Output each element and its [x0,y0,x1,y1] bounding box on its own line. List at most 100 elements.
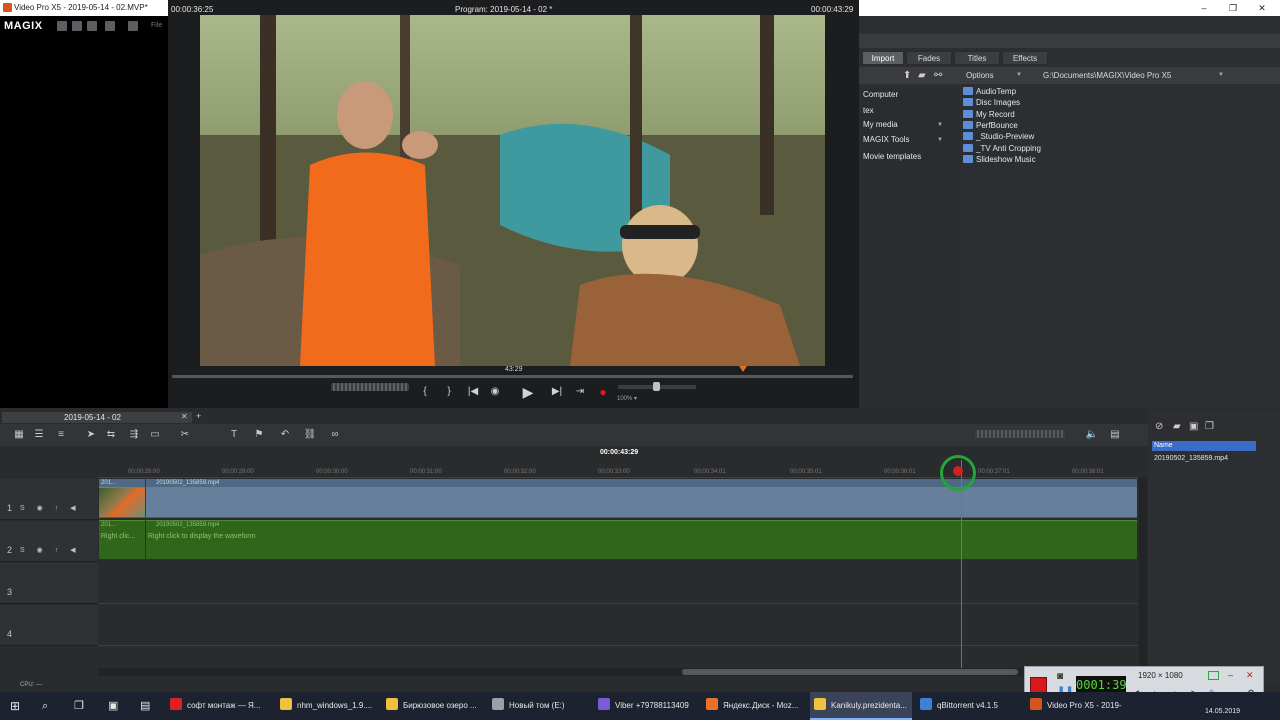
master-level-meter [975,430,1065,438]
chevron-down-icon[interactable]: ▼ [1016,72,1022,78]
nav-computer[interactable]: Computer [863,90,898,99]
marker-icon[interactable]: ⚑ [252,429,266,441]
go-to-end-button[interactable]: ⇥ [571,384,589,400]
slider-knob[interactable] [653,382,660,391]
nav-movie-templates[interactable]: Movie templates [863,152,921,161]
tab-effects[interactable]: Effects [1002,51,1048,65]
speaker-icon[interactable]: 🔈 [1085,429,1099,441]
close-tab-icon[interactable]: ✕ [181,412,188,421]
start-button[interactable]: ⊞ [10,692,20,720]
nav-tex[interactable]: tex [863,106,874,115]
expand-icon[interactable]: ▼ [937,122,943,128]
binoculars-icon[interactable]: ⚯ [934,70,942,81]
storyboard-mode-icon[interactable]: ▦ [12,429,26,441]
tab-titles[interactable]: Titles [954,51,1000,65]
app-pinned-icon[interactable]: ▣ [108,692,118,720]
audio-clip[interactable] [99,520,1137,560]
play-button[interactable]: ▶ [519,384,537,400]
minimize-button[interactable]: – [1190,0,1218,16]
previous-marker-button[interactable]: |◀ [464,384,482,400]
close-button[interactable]: ✕ [1248,0,1276,16]
folder-item[interactable]: _Studio-Preview [963,132,1034,141]
close-recorder-icon[interactable]: ✕ [1246,670,1254,681]
no-entry-icon[interactable]: ⊘ [1155,421,1163,432]
folder-item[interactable]: PerfBounce [963,121,1018,130]
maximize-recorder-icon[interactable] [1208,671,1219,680]
track-header-1[interactable] [0,479,98,520]
next-marker-button[interactable]: ▶| [548,384,566,400]
nav-magix-tools[interactable]: MAGIX Tools [863,135,910,144]
search-icon[interactable]: ⌕ [42,692,48,720]
options-dropdown[interactable]: Options [966,71,994,80]
open-folder-icon[interactable] [72,21,82,31]
up-folder-icon[interactable]: ⬆ [903,70,911,81]
add-tab-icon[interactable]: + [196,411,201,421]
trim-tool-icon[interactable]: ⇆ [104,429,118,441]
nav-my-media[interactable]: My media [863,120,898,129]
undo-icon[interactable]: ↶ [278,429,292,441]
camera-icon[interactable]: ◙ [1057,671,1063,682]
folder-item[interactable]: My Record [963,110,1015,119]
unlink-icon[interactable]: ∞ [328,429,342,441]
folder-item[interactable]: AudioTemp [963,87,1016,96]
taskbar-item[interactable]: Яндекс.Диск - Moz... [706,692,806,720]
jog-wheel[interactable] [331,383,409,391]
playhead-handle-icon[interactable] [953,466,963,476]
expand-icon[interactable]: ▼ [937,137,943,143]
taskbar-item[interactable]: Бирюзовое озеро ... [386,692,486,720]
scene-mode-icon[interactable]: ☰ [32,429,46,441]
scrub-marker-icon[interactable] [739,366,747,372]
zoom-percentage[interactable]: 100% ▾ [617,395,637,402]
folder-item[interactable]: Disc Images [963,98,1020,107]
redo-icon[interactable] [128,21,138,31]
text-tool-icon[interactable]: T [227,429,241,441]
path-field[interactable]: G:\Documents\MAGIX\Video Pro X5 [1043,71,1171,80]
calculator-icon[interactable]: ▤ [1108,429,1122,441]
taskbar-item-active[interactable]: Kanikuly.prezidenta... [810,692,912,720]
ripple-tool-icon[interactable]: ▭ [148,429,162,441]
link-icon[interactable]: ⛓ [303,429,317,441]
taskbar-item[interactable]: Viber +79788113409 [598,692,698,720]
loop-button[interactable]: ◉ [486,384,504,400]
split-tool-icon[interactable]: ⇶ [127,429,141,441]
new-project-icon[interactable] [57,21,67,31]
minimize-recorder-icon[interactable]: – [1228,670,1233,680]
track-header-2[interactable] [0,521,98,562]
taskbar-item[interactable]: Новый том (E:) [492,692,592,720]
taskbar-item[interactable]: nhm_windows_1.9.... [280,692,380,720]
timeline-vertical-scrollbar[interactable] [1139,478,1147,668]
save-icon[interactable]: ▣ [1189,421,1198,432]
maximize-button[interactable]: ❐ [1219,0,1247,16]
preview-scrub-bar[interactable] [172,375,853,378]
taskbar-item[interactable]: qBittorrent v4.1.5 [920,692,1016,720]
file-menu[interactable]: File [151,22,162,29]
pointer-tool-icon[interactable]: ➤ [84,429,98,441]
save-icon[interactable] [87,21,97,31]
undo-icon[interactable] [105,21,115,31]
taskbar-item[interactable]: софт монтаж — Я... [170,692,268,720]
video-preview[interactable] [200,15,825,366]
timeline-mode-icon[interactable]: ≡ [54,429,68,441]
pool-file-item[interactable]: 20190502_135859.mp4 [1154,455,1228,462]
track-controls[interactable]: S ◉ ↑ ◀ [20,504,81,512]
folder-icon[interactable]: ▰ [1173,421,1181,432]
mark-out-button[interactable]: } [440,384,458,400]
folder-item[interactable]: Slideshow Music [963,155,1036,164]
record-button[interactable]: ● [594,384,612,400]
taskbar-item[interactable]: Video Pro X5 - 2019-... [1030,692,1122,720]
playhead-line[interactable] [961,460,962,668]
track-controls[interactable]: S ◉ ↑ ◀ [20,546,81,554]
tab-import[interactable]: Import [862,51,904,65]
scrollbar-thumb[interactable] [682,669,1018,675]
track-header-4[interactable] [0,605,98,646]
razor-tool-icon[interactable]: ✂ [178,429,192,441]
app-pinned-icon[interactable]: ▤ [140,692,150,720]
copy-icon[interactable]: ❐ [1205,421,1214,432]
tab-fades[interactable]: Fades [906,51,952,65]
folder-item[interactable]: _TV Anti Cropping [963,144,1041,153]
track-header-3[interactable] [0,563,98,604]
folder-icon[interactable]: ▰ [918,70,926,81]
task-view-icon[interactable]: ❐ [74,692,84,720]
path-dropdown-icon[interactable]: ▼ [1218,72,1224,78]
mark-in-button[interactable]: { [416,384,434,400]
